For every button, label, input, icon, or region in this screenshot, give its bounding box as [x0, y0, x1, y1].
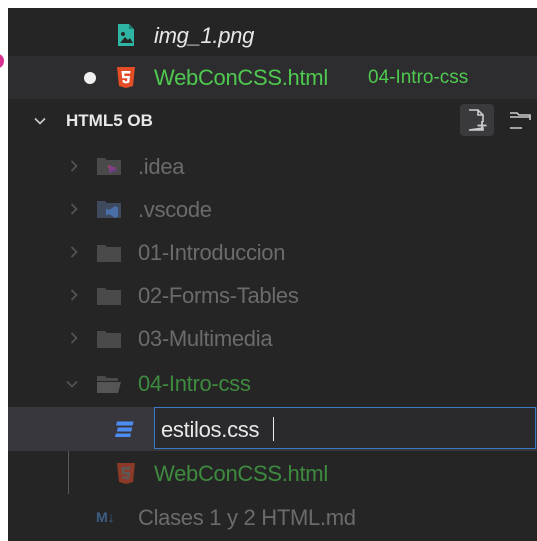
tree-item-webconcss-html[interactable]: WebConCSS.html [8, 452, 537, 495]
html-icon [117, 463, 135, 484]
filename-input[interactable]: estilos.css [154, 407, 536, 449]
tree-item-label: Clases 1 y 2 HTML.md [138, 504, 356, 530]
folder-open-icon [97, 376, 121, 393]
new-file-input-row[interactable]: estilos.css [8, 407, 537, 451]
css-icon [115, 421, 134, 437]
new-folder-icon [510, 112, 531, 129]
markdown-icon: M↓ [96, 509, 115, 525]
text-cursor [273, 417, 274, 441]
tree-item-03-multimedia[interactable]: 03-Multimedia [8, 317, 537, 360]
chevron-down-icon [66, 380, 78, 388]
open-editor-label: WebConCSS.html [154, 64, 328, 90]
chevron-right-icon [70, 160, 78, 172]
explorer-sidebar: img_1.png WebConCSS.html 04-Intro-css HT… [8, 8, 537, 541]
tree-item-label: .idea [138, 153, 185, 179]
new-file-button[interactable] [460, 104, 494, 136]
chevron-right-icon [70, 289, 78, 301]
tree-item-label: 03-Multimedia [138, 325, 273, 351]
idea-folder-icon [97, 158, 121, 175]
tree-item-idea[interactable]: .idea [8, 145, 537, 188]
image-file-icon [118, 24, 134, 46]
chevron-right-icon [70, 246, 78, 258]
screenshot-canvas: img_1.png WebConCSS.html 04-Intro-css HT… [0, 0, 537, 541]
open-editor-path: 04-Intro-css [368, 66, 469, 88]
open-editor-item-img-1[interactable]: img_1.png [8, 14, 537, 57]
tree-item-label: 01-Introduccion [138, 239, 286, 265]
open-editor-label: img_1.png [154, 22, 255, 48]
tree-item-label: 04-Intro-css [138, 370, 251, 396]
tree-item-label: 02-Forms-Tables [138, 282, 299, 308]
window-accent-dot [0, 54, 4, 68]
tree-item-vscode[interactable]: .vscode [8, 188, 537, 231]
new-file-icon [468, 109, 487, 131]
open-editor-item-webconcss[interactable]: WebConCSS.html 04-Intro-css [8, 56, 537, 99]
folder-icon [97, 331, 121, 348]
tree-item-label: .vscode [138, 196, 212, 222]
chevron-down-icon[interactable] [34, 115, 46, 127]
filename-input-value: estilos.css [161, 417, 260, 442]
explorer-section-header[interactable]: HTML5 OB [8, 102, 537, 140]
chevron-right-icon [70, 203, 78, 215]
folder-icon [97, 245, 121, 262]
new-folder-button[interactable] [504, 104, 537, 136]
unsaved-dot-icon[interactable] [84, 72, 96, 84]
chevron-right-icon [70, 332, 78, 344]
folder-icon [97, 288, 121, 305]
html-icon [117, 67, 135, 88]
tree-item-clases-md[interactable]: M↓ Clases 1 y 2 HTML.md [8, 496, 537, 539]
vscode-folder-icon [97, 201, 121, 218]
section-title: HTML5 OB [66, 111, 153, 130]
tree-item-01-introduccion[interactable]: 01-Introduccion [8, 231, 537, 274]
tree-item-04-intro-css[interactable]: 04-Intro-css [8, 362, 537, 405]
tree-item-02-forms-tables[interactable]: 02-Forms-Tables [8, 274, 537, 317]
tree-item-label: WebConCSS.html [154, 460, 328, 486]
